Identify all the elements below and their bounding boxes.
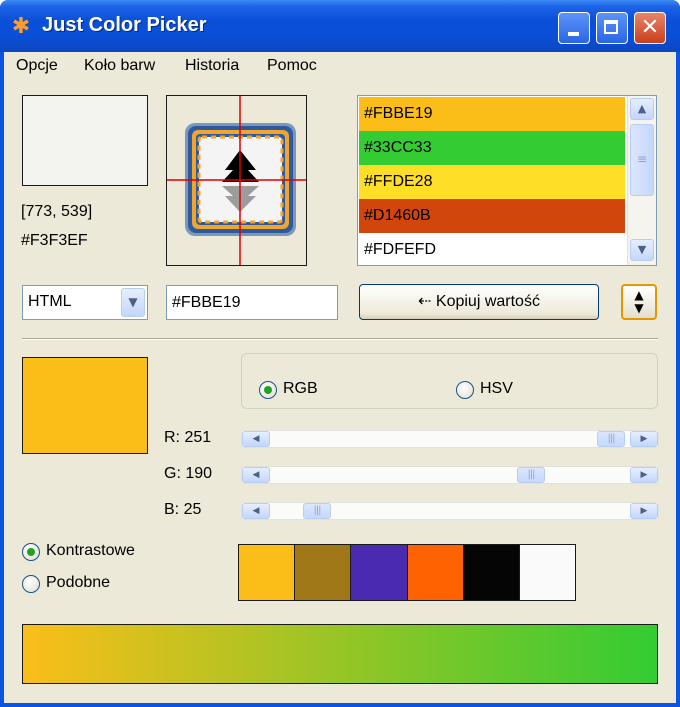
chevron-left-icon: ◀: [252, 434, 260, 444]
color-gradient-bar: [22, 624, 658, 684]
color-mode-group: RGB HSV: [241, 353, 658, 409]
history-item[interactable]: #D1460B: [359, 199, 625, 233]
hsv-label: HSV: [480, 380, 513, 397]
history-item[interactable]: #33CC33: [359, 131, 625, 165]
chevron-left-icon: ◀: [252, 506, 260, 516]
chevron-right-icon: ▶: [640, 434, 648, 444]
magnifier-view: [166, 95, 307, 266]
history-scrollbar[interactable]: ▲ ≡ ▼: [627, 96, 656, 265]
radio-selected-dot: [264, 386, 272, 394]
dropdown-button[interactable]: ▼: [121, 288, 145, 317]
slider-right-button[interactable]: ▶: [630, 467, 658, 483]
window-title: Just Color Picker: [42, 14, 207, 36]
picked-color-preview: [22, 95, 148, 186]
menu-kolo-barw[interactable]: Koło barw: [84, 57, 155, 75]
palette-swatch[interactable]: [463, 545, 520, 600]
picked-hex-label: #F3F3EF: [21, 232, 88, 249]
rgb-label: RGB: [283, 380, 318, 397]
similar-label: Podobne: [46, 574, 111, 591]
green-channel-label: G: 190: [164, 465, 213, 482]
contrast-label: Kontrastowe: [46, 542, 135, 559]
app-window: ✱ Just Color Picker ✕ Opcje Koło barw Hi…: [0, 0, 680, 707]
hsv-radio[interactable]: [456, 381, 474, 399]
swap-button[interactable]: ▲ ▼: [621, 284, 657, 320]
slider-right-button[interactable]: ▶: [630, 431, 658, 447]
menu-opcje[interactable]: Opcje: [16, 57, 58, 75]
palette-swatch[interactable]: [407, 545, 464, 600]
chevron-right-icon: ▶: [640, 506, 648, 516]
copy-value-button[interactable]: ⇠ Kopiuj wartość: [359, 284, 599, 320]
grip-icon: ≡: [636, 152, 648, 166]
blue-channel-label: B: 25: [164, 501, 202, 518]
scroll-thumb[interactable]: ≡: [630, 124, 654, 196]
scroll-down-button[interactable]: ▼: [630, 239, 654, 261]
slider-left-button[interactable]: ◀: [242, 431, 270, 447]
red-channel-label: R: 251: [164, 429, 212, 446]
up-down-arrows-icon: ▲ ▼: [634, 288, 644, 315]
cursor-coordinates: [773, 539]: [21, 203, 93, 220]
red-slider[interactable]: ◀ ||| ▶: [241, 430, 659, 448]
menu-historia[interactable]: Historia: [185, 57, 239, 75]
chevron-right-icon: ▶: [640, 470, 648, 480]
palette-swatch[interactable]: [351, 545, 408, 600]
close-icon: ✕: [640, 15, 660, 40]
palette-swatch[interactable]: [295, 545, 352, 600]
magnified-icon: [167, 96, 306, 265]
chevron-left-icon: ◀: [252, 470, 260, 480]
slider-left-button[interactable]: ◀: [242, 467, 270, 483]
radio-selected-dot: [27, 548, 35, 556]
chevron-down-icon: ▼: [637, 243, 647, 256]
color-history-list[interactable]: #FBBE19 #33CC33 #FFDE28 #D1460B #FDFEFD …: [357, 95, 657, 266]
palette-swatch[interactable]: [519, 545, 576, 600]
selected-color-swatch: [22, 357, 148, 454]
maximize-button[interactable]: [596, 12, 628, 44]
title-bar[interactable]: ✱ Just Color Picker ✕: [0, 0, 680, 52]
color-scheme-palette: [238, 544, 576, 601]
rgb-radio[interactable]: [259, 381, 277, 399]
divider: [22, 338, 658, 340]
color-value-field[interactable]: [166, 285, 338, 320]
minimize-button[interactable]: [558, 12, 590, 44]
history-item[interactable]: #FFDE28: [359, 165, 625, 199]
menu-bar: Opcje Koło barw Historia Pomoc: [4, 52, 676, 80]
format-select[interactable]: HTML ▼: [22, 285, 148, 320]
chevron-up-icon: ▲: [637, 102, 647, 115]
scroll-up-button[interactable]: ▲: [630, 98, 654, 120]
maximize-icon: [604, 20, 618, 34]
color-value-input[interactable]: [167, 286, 337, 319]
green-slider[interactable]: ◀ ||| ▶: [241, 466, 659, 484]
client-area: Opcje Koło barw Historia Pomoc [773, 539…: [4, 52, 676, 703]
minimize-icon: [568, 32, 579, 36]
contrast-radio[interactable]: [22, 543, 40, 561]
asterisk-icon: ✱: [11, 14, 31, 39]
blue-slider[interactable]: ◀ ||| ▶: [241, 502, 659, 520]
slider-right-button[interactable]: ▶: [630, 503, 658, 519]
blue-slider-thumb[interactable]: |||: [303, 503, 331, 519]
similar-radio[interactable]: [22, 575, 40, 593]
menu-pomoc[interactable]: Pomoc: [267, 57, 317, 75]
red-slider-thumb[interactable]: |||: [597, 431, 625, 447]
slider-left-button[interactable]: ◀: [242, 503, 270, 519]
history-item[interactable]: #FDFEFD: [359, 233, 625, 265]
close-button[interactable]: ✕: [634, 12, 666, 44]
format-select-value: HTML: [28, 293, 72, 310]
green-slider-thumb[interactable]: |||: [517, 467, 545, 483]
palette-swatch[interactable]: [239, 545, 296, 600]
history-item[interactable]: #FBBE19: [359, 97, 625, 131]
chevron-down-icon: ▼: [128, 295, 138, 309]
